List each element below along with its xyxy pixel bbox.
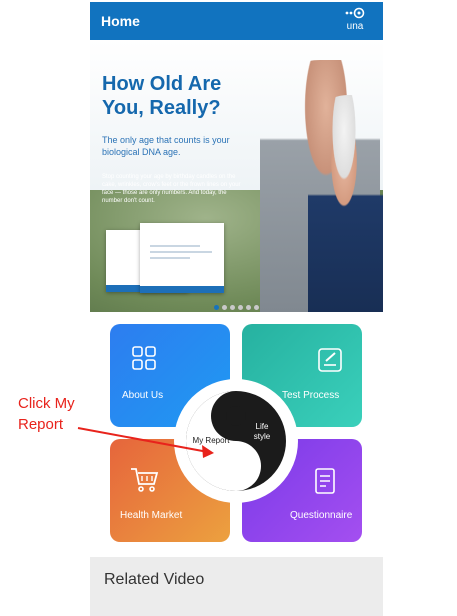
test-process-label: Test Process (282, 390, 340, 401)
logo-label: una (346, 21, 364, 32)
carousel-dot[interactable] (246, 305, 251, 310)
annotation-label: Click My Report (18, 395, 75, 433)
my-report-button[interactable]: My Report (191, 436, 231, 446)
center-hub: My Report Life style (177, 382, 295, 500)
about-us-label: About Us (122, 390, 164, 401)
carousel-dot[interactable] (254, 305, 259, 310)
page-title: Home (101, 13, 140, 29)
carousel-dot[interactable] (238, 305, 243, 310)
app-screen: Home una How Old Are You, Really? The on… (90, 2, 383, 616)
brand-logo[interactable]: una (337, 7, 373, 37)
questionnaire-label: Questionnaire (290, 510, 353, 521)
banner-photo-woman (308, 95, 383, 312)
related-video-section: Related Video (90, 557, 383, 616)
lifestyle-button[interactable]: Life style (247, 422, 277, 442)
carousel-dot-active[interactable] (214, 305, 219, 310)
banner-headline: How Old Are You, Really? (102, 73, 222, 119)
document-edit-icon (318, 348, 342, 372)
checklist-icon (315, 468, 335, 494)
report-card-front (140, 223, 224, 293)
header-bar: Home una (90, 2, 383, 40)
carousel-dot[interactable] (222, 305, 227, 310)
health-market-label: Health Market (120, 510, 183, 521)
logo-icon (345, 7, 365, 19)
banner-body-text: Stop counting your age by birthday candl… (102, 174, 241, 204)
hero-banner[interactable]: How Old Are You, Really? The only age th… (90, 40, 383, 312)
related-video-title: Related Video (104, 571, 205, 588)
shopping-cart-icon (131, 468, 159, 492)
banner-subline: The only age that counts is your biologi… (102, 135, 230, 157)
grid-icon (132, 346, 156, 370)
carousel-dot[interactable] (230, 305, 235, 310)
carousel-indicator[interactable] (214, 297, 262, 310)
menu-grid: About Us Test Process Health Market Ques… (90, 312, 383, 557)
